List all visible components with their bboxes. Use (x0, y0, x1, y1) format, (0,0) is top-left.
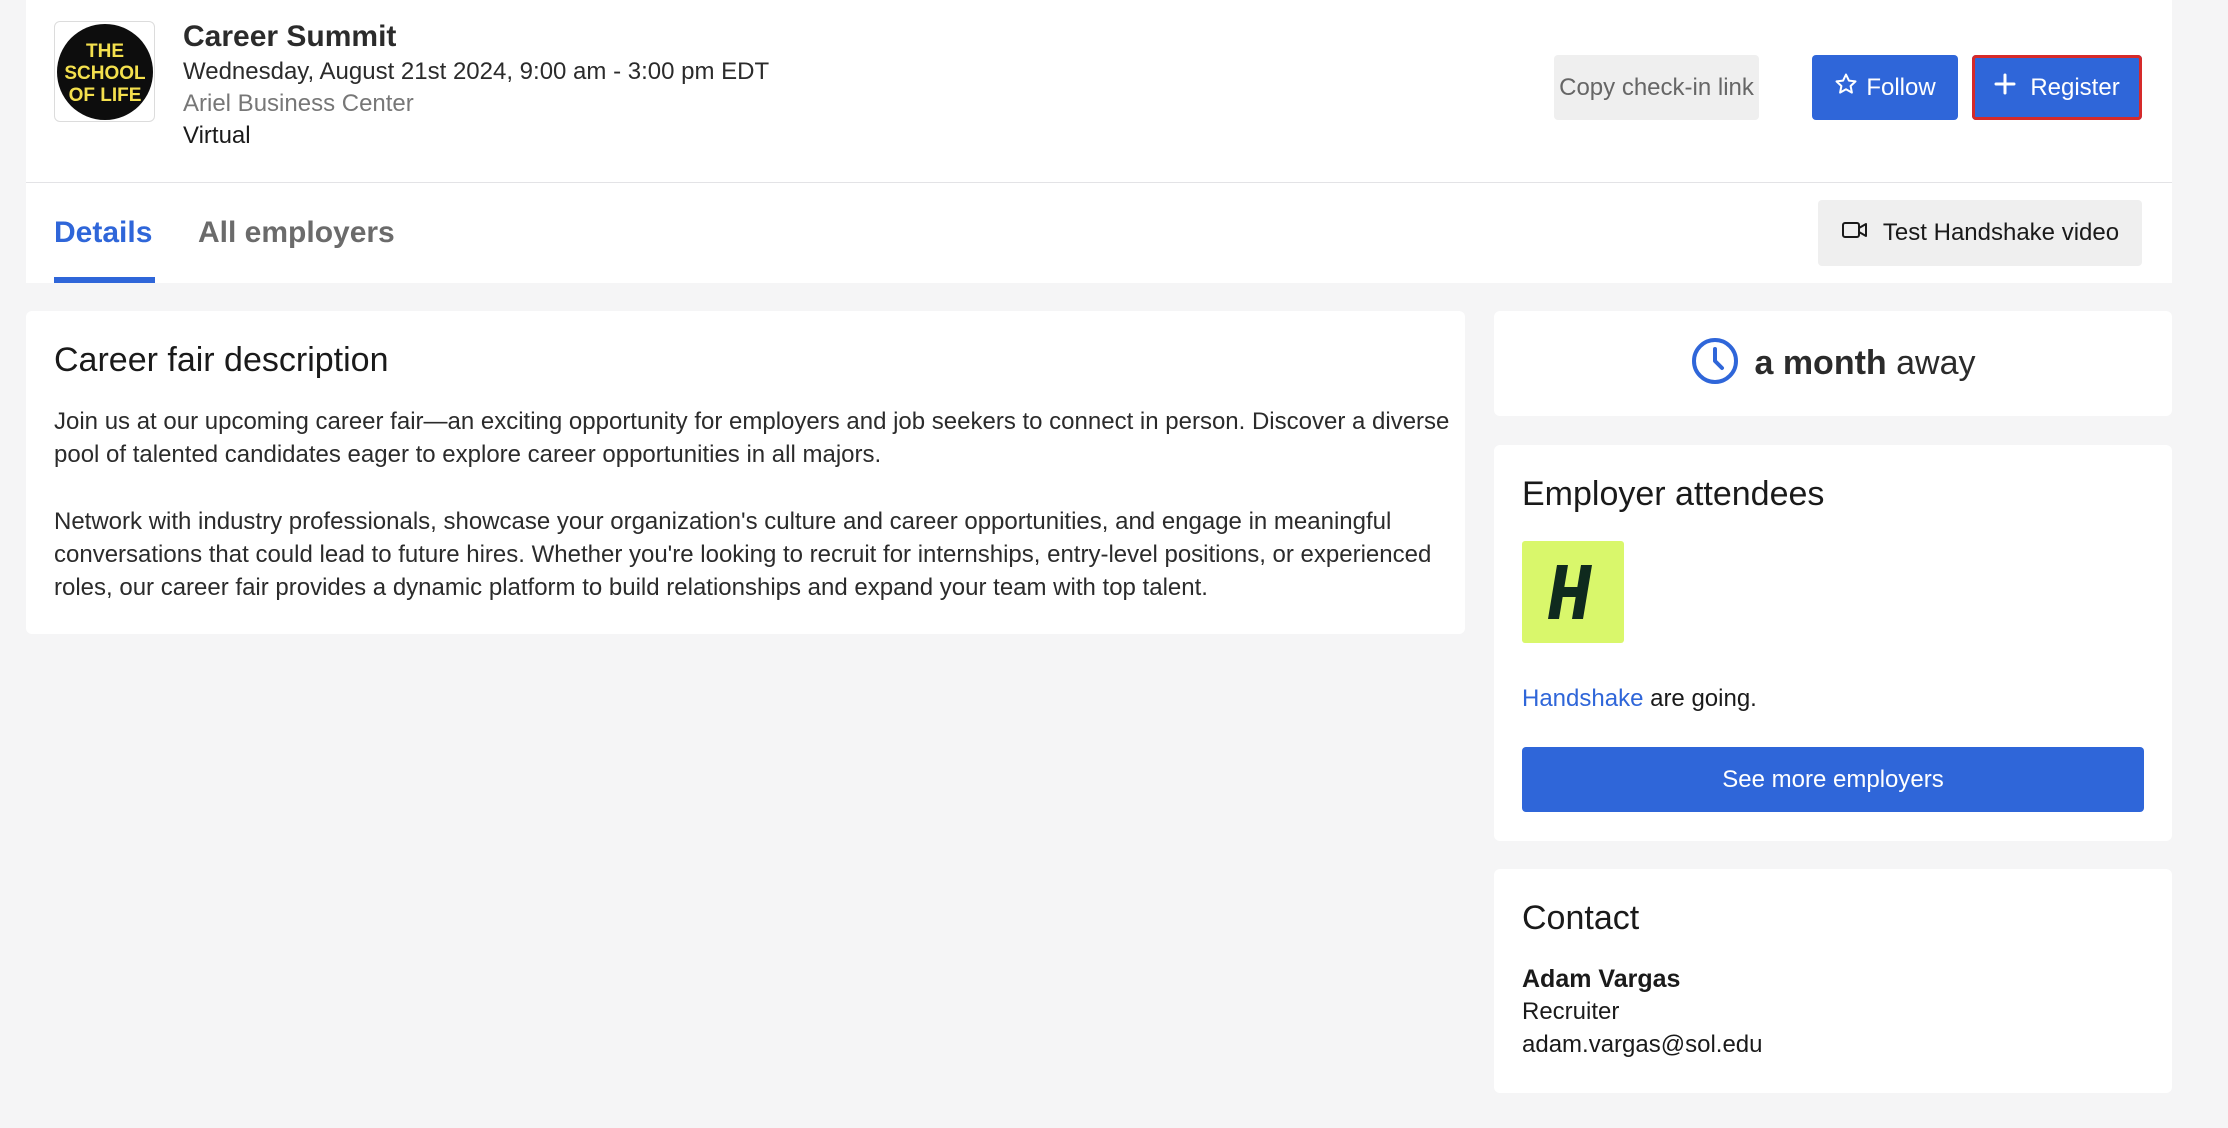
plus-icon (1994, 73, 2016, 102)
event-date: Wednesday, August 21st 2024, 9:00 am - 3… (183, 58, 770, 85)
test-handshake-video-label: Test Handshake video (1882, 219, 2120, 246)
handshake-logo[interactable] (1522, 541, 1624, 643)
description-paragraph: Network with industry professionals, sho… (54, 508, 1432, 601)
register-label: Register (2030, 73, 2120, 101)
svg-text:THE: THE (86, 41, 124, 62)
follow-label: Follow (1866, 73, 1936, 101)
contact-role: Recruiter (1522, 998, 1620, 1025)
organizer-logo: THE SCHOOL OF LIFE (54, 21, 155, 122)
countdown-text: a month away (1754, 344, 1976, 382)
contact-name: Adam Vargas (1522, 965, 1681, 993)
contact-email: adam.vargas@sol.edu (1522, 1031, 1763, 1058)
description-paragraph: Join us at our upcoming career fair—an e… (54, 408, 1450, 468)
employer-attendees-title: Employer attendees (1522, 475, 1825, 513)
handshake-employer-link[interactable]: Handshake (1522, 685, 1643, 712)
description-title: Career fair description (54, 341, 389, 379)
test-handshake-video-button[interactable]: Test Handshake video (1818, 200, 2142, 266)
register-button[interactable]: Register (1972, 55, 2142, 120)
follow-button[interactable]: Follow (1812, 55, 1958, 120)
contact-card: Contact Adam Vargas Recruiter adam.varga… (1494, 869, 2172, 1093)
copy-check-in-link-button[interactable]: Copy check-in link (1554, 55, 1759, 120)
svg-text:SCHOOL: SCHOOL (65, 63, 145, 84)
tab-details[interactable]: Details (54, 216, 152, 250)
event-header: THE SCHOOL OF LIFE Career Summit Wednesd… (26, 0, 2172, 183)
event-title: Career Summit (183, 20, 397, 53)
active-tab-indicator (54, 277, 155, 283)
see-more-employers-label: See more employers (1722, 765, 1944, 793)
contact-title: Contact (1522, 899, 1640, 937)
description-card: Career fair description Join us at our u… (26, 311, 1465, 634)
svg-text:OF LIFE: OF LIFE (68, 85, 141, 106)
employer-attendees-card: Employer attendees Handshake are going. … (1494, 445, 2172, 841)
video-camera-icon (1841, 219, 1869, 248)
see-more-employers-button[interactable]: See more employers (1522, 747, 2144, 812)
employers-going-text: Handshake are going. (1522, 685, 1757, 712)
tab-bar: Details All employers Test Handshake vid… (26, 183, 2172, 283)
event-mode: Virtual (183, 122, 251, 149)
countdown-card: a month away (1494, 311, 2172, 416)
tab-all-employers[interactable]: All employers (198, 216, 395, 250)
clock-icon (1690, 336, 1740, 391)
event-location: Ariel Business Center (183, 90, 414, 117)
star-icon (1834, 72, 1858, 103)
copy-check-in-link-label: Copy check-in link (1559, 73, 1754, 101)
